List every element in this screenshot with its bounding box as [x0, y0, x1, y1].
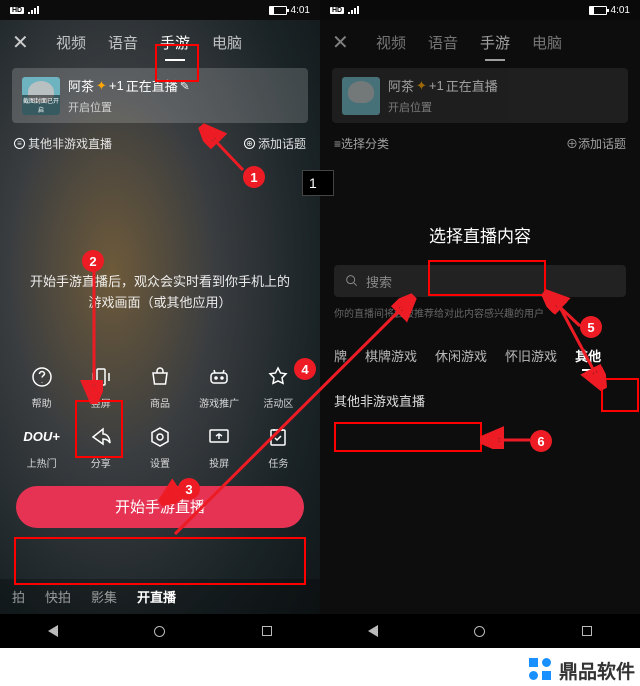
badge-2: 2 — [82, 250, 104, 272]
dou-button[interactable]: DOU+上热门 — [17, 424, 67, 470]
recommend-button[interactable]: 游戏推广 — [194, 364, 244, 410]
tab-voice[interactable]: 语音 — [106, 28, 140, 57]
avatar[interactable] — [342, 77, 380, 115]
nav-home[interactable] — [154, 626, 165, 637]
stream-info-card[interactable]: 阿茶✦+1正在直播 开启位置 — [332, 68, 628, 123]
close-button[interactable]: ✕ — [332, 30, 356, 55]
badge-4: 4 — [294, 358, 316, 380]
step-overlay: 1 — [302, 170, 334, 196]
badge-1: 1 — [243, 166, 265, 188]
status-time: 4:01 — [611, 5, 630, 16]
topic-button[interactable]: ⊕添加话题 — [244, 135, 306, 152]
tab-pai[interactable]: 拍 — [12, 587, 25, 606]
nav-recent[interactable] — [262, 626, 272, 636]
settings-button[interactable]: 设置 — [135, 424, 185, 470]
task-button[interactable]: 任务 — [253, 424, 303, 470]
top-tab-bar: ✕ 视频 语音 手游 电脑 — [0, 20, 320, 64]
nav-recent[interactable] — [582, 626, 592, 636]
share-button[interactable]: 分享 — [76, 424, 126, 470]
nav-back[interactable] — [368, 625, 378, 637]
sheet-title: 选择直播内容 — [320, 222, 640, 247]
battery-icon — [589, 6, 607, 15]
location-button[interactable]: 开启位置 — [68, 99, 298, 115]
hd-badge: HD — [10, 7, 24, 14]
badge-5: 5 — [580, 316, 602, 338]
signal-icon — [28, 6, 39, 14]
logo-icon — [529, 658, 555, 684]
tab-live[interactable]: 开直播 — [137, 587, 176, 606]
start-streaming-button[interactable]: 开始手游直播 — [16, 486, 304, 528]
tab-pc[interactable]: 电脑 — [530, 28, 564, 57]
help-button[interactable]: 帮助 — [17, 364, 67, 410]
shop-button[interactable]: 商品 — [135, 364, 185, 410]
portrait-button[interactable]: 竖屏 — [76, 364, 126, 410]
android-nav — [0, 614, 320, 648]
edit-icon[interactable]: ✎ — [180, 79, 190, 93]
icon-row-1: 帮助 竖屏 商品 游戏推广 活动区 — [0, 364, 320, 410]
phone-left: HD 4:01 ✕ 视频 语音 手游 电脑 阿茶✦+1正在直播 ✎ — [0, 0, 320, 648]
tab-movie[interactable]: 影集 — [91, 587, 117, 606]
topic-button[interactable]: ⊕添加话题 — [566, 135, 626, 152]
tab-video[interactable]: 视频 — [374, 28, 408, 57]
badge-3: 3 — [178, 478, 200, 500]
cat-retro[interactable]: 怀旧游戏 — [505, 346, 557, 371]
icon-row-2: DOU+上热门 分享 设置 投屏 任务 — [0, 424, 320, 470]
status-bar: HD 4:01 — [320, 0, 640, 20]
tab-kuai[interactable]: 快拍 — [45, 587, 71, 606]
tab-game[interactable]: 手游 — [158, 28, 192, 57]
tab-video[interactable]: 视频 — [54, 28, 88, 57]
badge-6: 6 — [530, 430, 552, 452]
category-button[interactable]: ≡其他非游戏直播 — [14, 135, 112, 152]
android-nav — [320, 614, 640, 648]
tab-pc[interactable]: 电脑 — [210, 28, 244, 57]
status-bar: HD 4:01 — [0, 0, 320, 20]
watermark: 鼎品软件 — [529, 657, 635, 684]
search-input[interactable]: 搜索 — [334, 265, 626, 297]
nav-home[interactable] — [474, 626, 485, 637]
signal-icon — [348, 6, 359, 14]
top-tab-bar: ✕ 视频 语音 手游 电脑 — [320, 20, 640, 64]
cat-chess[interactable]: 棋牌游戏 — [365, 346, 417, 371]
hd-badge: HD — [330, 7, 344, 14]
stream-title[interactable]: 阿茶✦+1正在直播 ✎ — [68, 76, 298, 95]
stream-info-card[interactable]: 阿茶✦+1正在直播 ✎ 开启位置 — [12, 68, 308, 123]
search-hint: 你的直播间将会被推荐给对此内容感兴趣的用户 — [334, 305, 626, 320]
tab-voice[interactable]: 语音 — [426, 28, 460, 57]
tab-game[interactable]: 手游 — [478, 28, 512, 57]
status-time: 4:01 — [291, 5, 310, 16]
close-button[interactable]: ✕ — [12, 30, 36, 55]
cat-other[interactable]: 其他 — [575, 346, 601, 371]
category-item[interactable]: 其他非游戏直播 — [334, 391, 626, 410]
cast-button[interactable]: 投屏 — [194, 424, 244, 470]
category-tabs: 牌 棋牌游戏 休闲游戏 怀旧游戏 其他 — [334, 346, 640, 371]
bottom-tab-bar: 拍 快拍 影集 开直播 — [0, 579, 320, 614]
search-icon — [344, 273, 360, 289]
select-category[interactable]: ≡选择分类 — [334, 135, 389, 152]
battery-icon — [269, 6, 287, 15]
avatar[interactable] — [22, 77, 60, 115]
hint-text: 开始手游直播后，观众会实时看到你手机上的游戏画面（或其他应用） — [0, 272, 320, 314]
cat-casual[interactable]: 休闲游戏 — [435, 346, 487, 371]
nav-back[interactable] — [48, 625, 58, 637]
